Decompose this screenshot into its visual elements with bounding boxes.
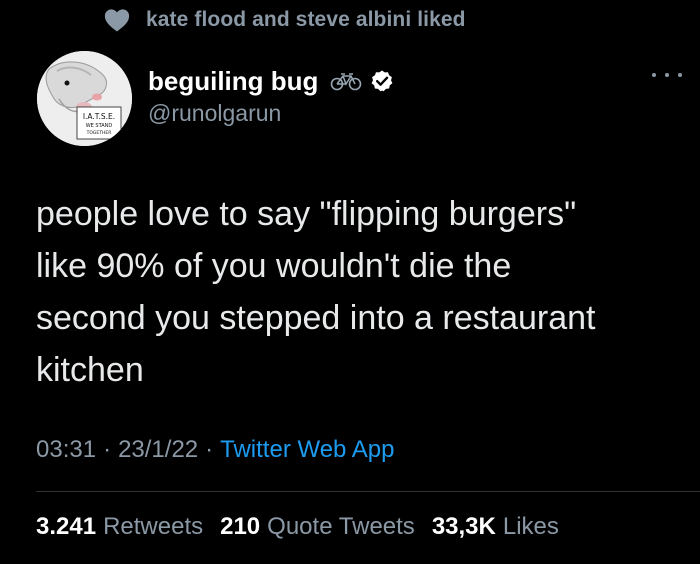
social-context-row: kate flood and steve albini liked xyxy=(104,4,466,36)
heart-icon xyxy=(104,8,130,32)
bicycle-icon xyxy=(330,71,362,91)
author-display-name[interactable]: beguiling bug xyxy=(148,66,318,97)
quote-tweets-stat[interactable]: 210 Quote Tweets xyxy=(220,513,415,541)
tweet-stats: 3.241 Retweets 210 Quote Tweets 33,3K Li… xyxy=(36,513,576,541)
tweet-source-link[interactable]: Twitter Web App xyxy=(220,436,394,464)
avatar[interactable]: I.A.T.S.E. WE STAND TOGETHER xyxy=(37,51,132,146)
likes-stat[interactable]: 33,3K Likes xyxy=(432,513,559,541)
verified-badge-icon xyxy=(370,69,394,93)
author-name-row: beguiling bug xyxy=(148,64,394,98)
avatar-sign-line-1: I.A.T.S.E. xyxy=(83,112,115,121)
author-handle[interactable]: @runolgarun xyxy=(148,100,394,127)
quote-tweets-count: 210 xyxy=(220,513,261,540)
tweet-meta: 03:31 · 23/1/22 · Twitter Web App xyxy=(36,436,394,464)
avatar-sign-line-2: WE STAND xyxy=(86,123,113,129)
more-options-icon[interactable] xyxy=(652,68,682,82)
meta-separator: · xyxy=(103,436,112,463)
retweets-count: 3.241 xyxy=(36,513,97,540)
divider xyxy=(36,491,700,492)
tweet-time[interactable]: 03:31 xyxy=(36,436,96,464)
quote-tweets-label: Quote Tweets xyxy=(267,513,415,540)
tweet-date[interactable]: 23/1/22 xyxy=(118,436,198,464)
avatar-sign-line-3: TOGETHER xyxy=(86,130,112,136)
tweet-text: people love to say "flipping burgers" li… xyxy=(36,195,596,389)
author-block: beguiling bug @runolgarun xyxy=(148,64,394,127)
likes-label: Likes xyxy=(502,513,559,540)
liked-by-text[interactable]: kate flood and steve albini liked xyxy=(146,8,466,32)
retweets-label: Retweets xyxy=(103,513,204,540)
likes-count: 33,3K xyxy=(431,513,496,540)
retweets-stat[interactable]: 3.241 Retweets xyxy=(36,513,203,541)
meta-separator: · xyxy=(205,436,214,463)
